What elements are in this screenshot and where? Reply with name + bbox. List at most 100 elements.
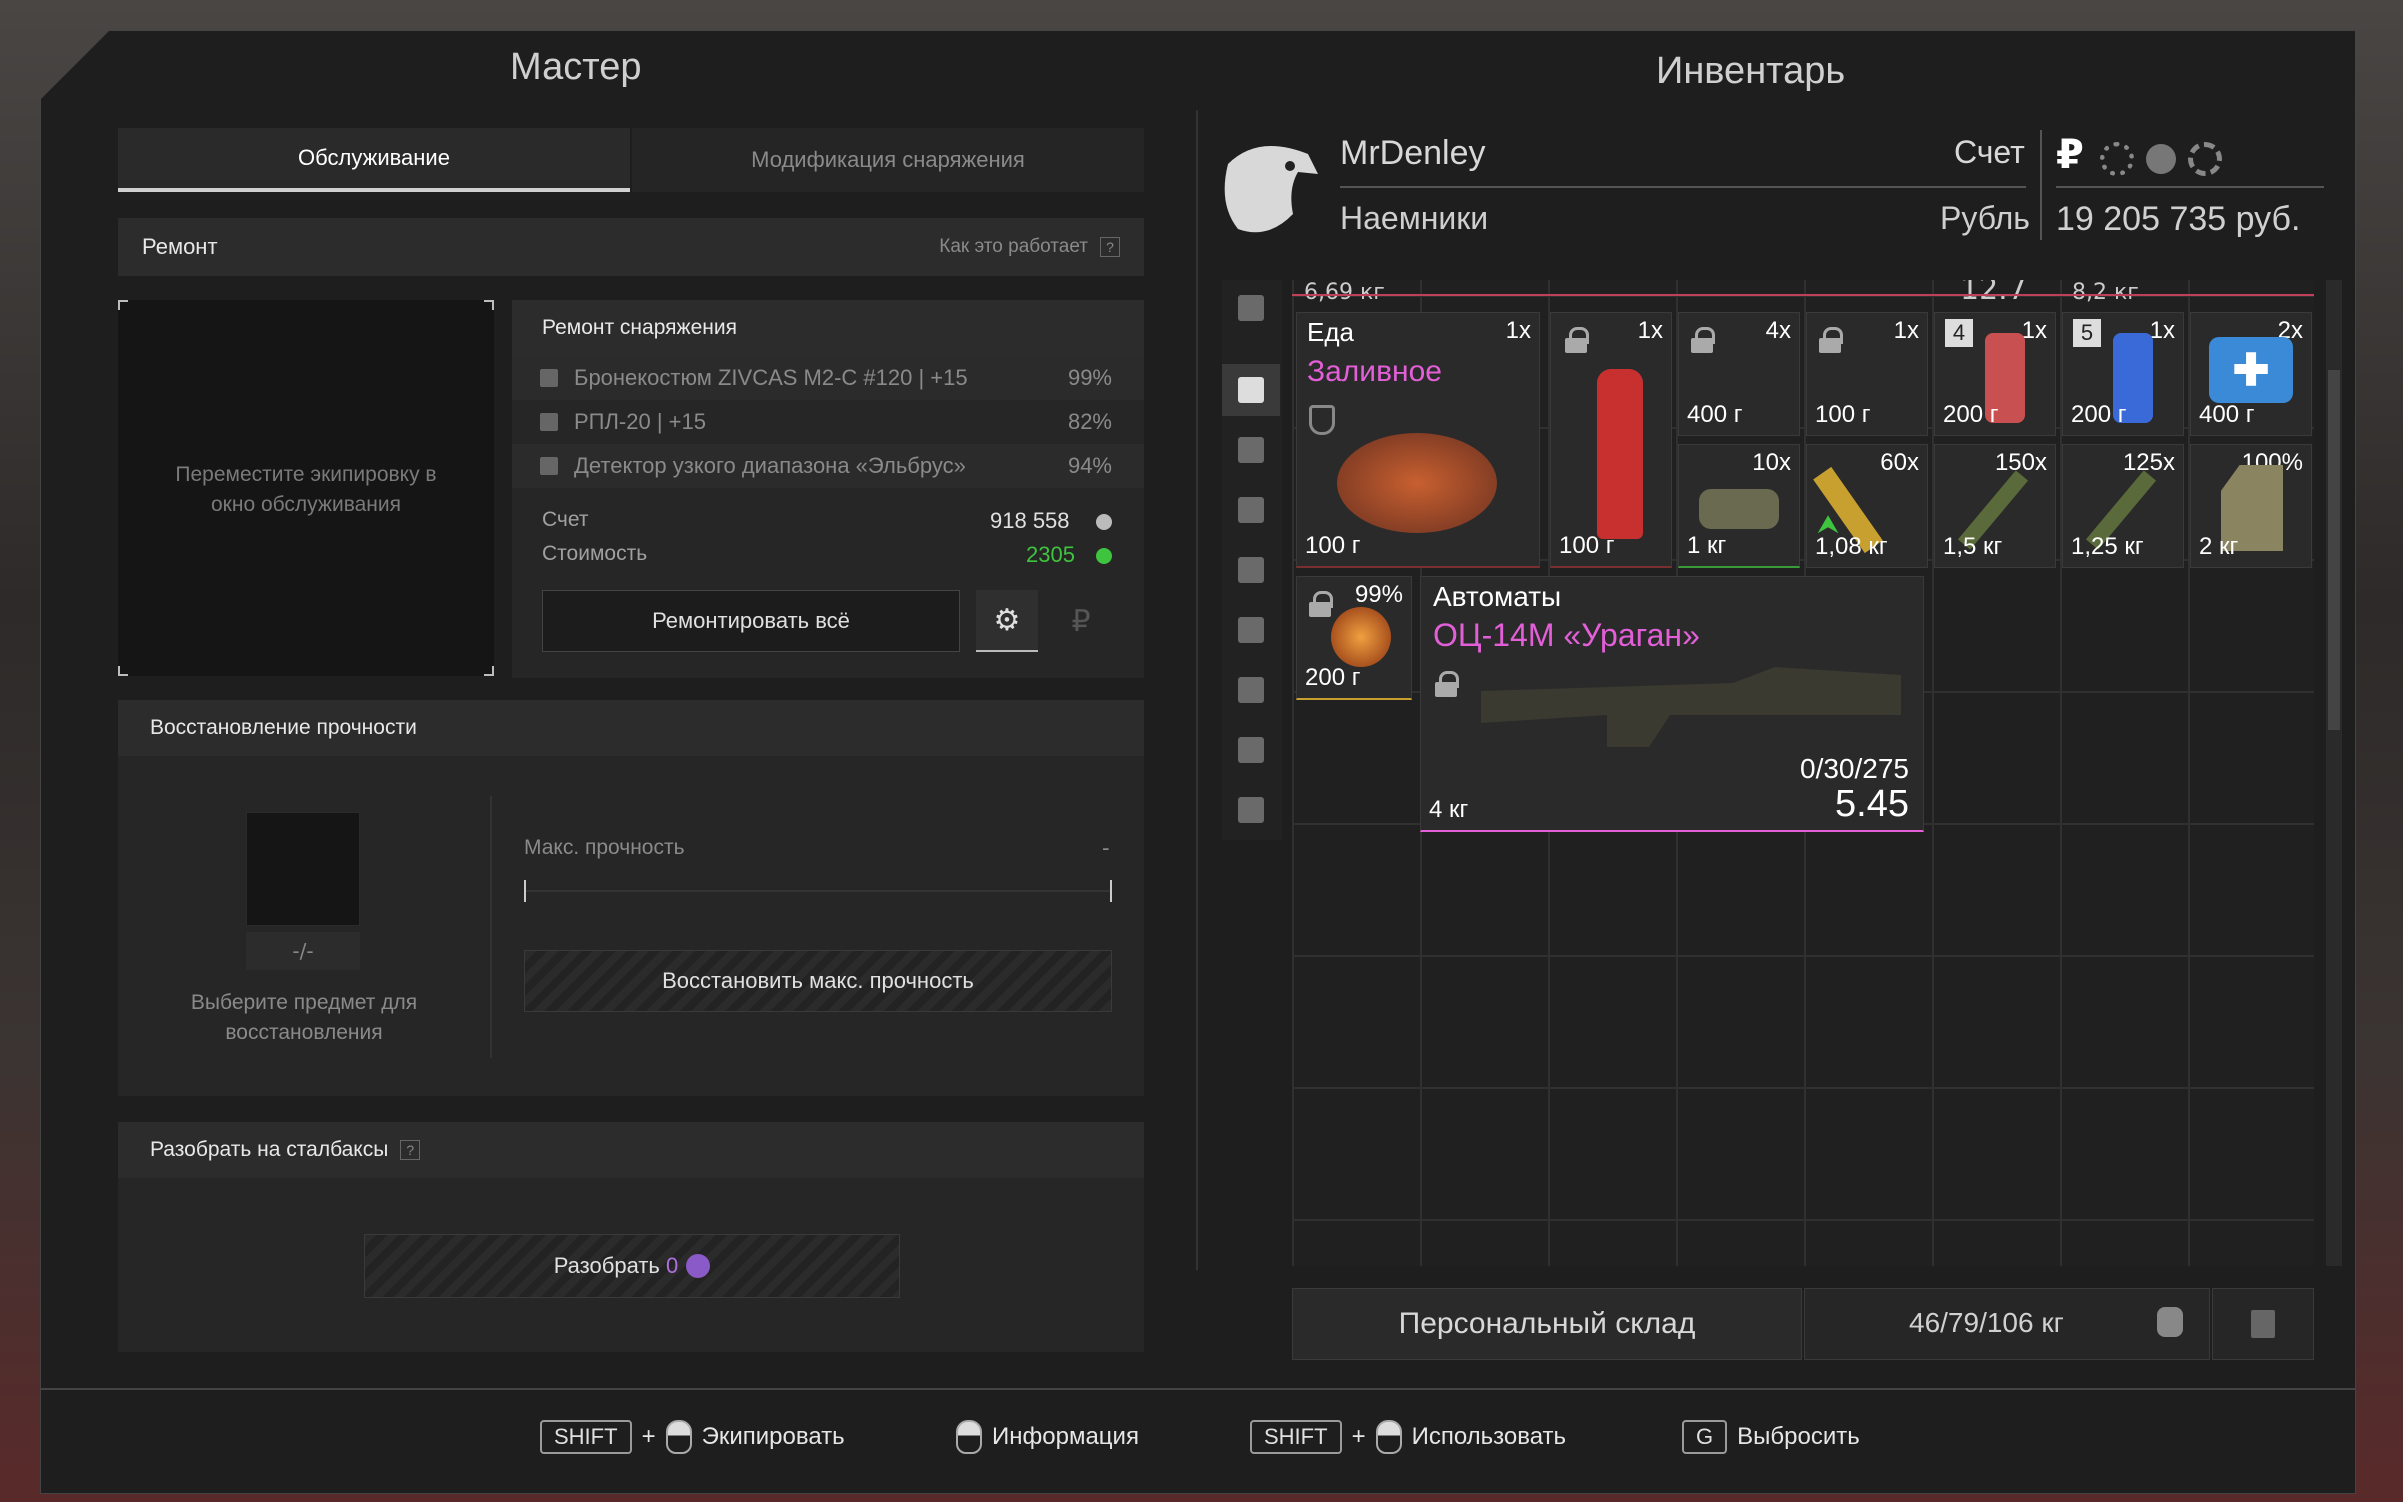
disassemble-button[interactable]: Разобрать 0	[364, 1234, 900, 1298]
item-weight: 200 г	[2071, 401, 2127, 428]
rifle-icon	[1481, 667, 1901, 747]
inventory-item[interactable]: 100% 2 кг	[2190, 444, 2312, 568]
scrollbar-thumb[interactable]	[2328, 370, 2340, 730]
item-weight: 400 г	[2199, 401, 2255, 428]
item-name: Заливное	[1307, 355, 1442, 388]
shield-icon	[1309, 405, 1335, 435]
ruble-icon: ₽	[1071, 604, 1091, 638]
filter-misc-icon[interactable]	[1222, 724, 1280, 776]
star-currency-icon[interactable]	[2188, 142, 2222, 176]
mouse-left-icon	[1375, 1420, 1402, 1454]
durability-bar	[524, 880, 1112, 902]
inventory-item[interactable]: 60x ⮝ 1,08 кг	[1806, 444, 1928, 568]
inventory-item-artifact[interactable]: 99% 200 г	[1296, 576, 1412, 700]
rifle-caliber: 5.45	[1835, 783, 1909, 825]
hint-drop: G Выбросить	[1682, 1420, 1860, 1454]
filter-armor-icon[interactable]	[1222, 424, 1280, 476]
ration-icon	[1699, 489, 1779, 529]
filter-container-icon[interactable]	[1222, 784, 1280, 836]
lock-icon	[1691, 327, 1715, 353]
tab-service[interactable]: Обслуживание	[118, 128, 630, 192]
currency-label: Рубль	[1940, 200, 2030, 236]
divider	[1196, 110, 1198, 1270]
repair-all-button[interactable]: Ремонтировать всё	[542, 590, 960, 652]
trash-button[interactable]	[2212, 1288, 2314, 1360]
ruble-pay-button[interactable]: ₽	[1050, 590, 1112, 652]
repair-item[interactable]: РПЛ-20 | +15 82%	[512, 400, 1144, 444]
filter-artifact-icon[interactable]	[1222, 544, 1280, 596]
top-item-weight: 6,69 кг	[1304, 280, 1385, 305]
hint-label: Выбросить	[1737, 1423, 1860, 1450]
item-weight: 200 г	[1943, 401, 1999, 428]
item-qty: 1x	[2149, 317, 2175, 344]
item-qty: 1x	[1505, 317, 1531, 344]
restore-max-button[interactable]: Восстановить макс. прочность	[524, 950, 1112, 1012]
inventory-item-food[interactable]: Еда Заливное 1x 100 г	[1296, 312, 1540, 568]
inventory-item-vodka[interactable]: 1x 100 г	[1550, 312, 1672, 568]
disassemble-label: Разобрать	[553, 1253, 660, 1278]
hint-label: Использовать	[1411, 1423, 1567, 1450]
how-it-works-label: Как это работает	[939, 236, 1088, 257]
inventory-item[interactable]: 4 1x 200 г	[1934, 312, 2056, 436]
item-weight: 1,25 кг	[2071, 533, 2144, 560]
item-weight: 100 г	[1559, 532, 1615, 559]
lock-icon	[1565, 327, 1589, 353]
repair-item-pct: 82%	[1067, 409, 1112, 434]
disassemble-title: Разобрать на сталбаксы	[150, 1138, 389, 1161]
stalbucks-icon	[686, 1254, 711, 1278]
inventory-item-rifle[interactable]: Автоматы ОЦ-14М «Ураган» 0/30/275 5.45 4…	[1420, 576, 1924, 832]
link-currency-icon[interactable]	[2146, 144, 2176, 174]
ruble-currency-icon[interactable]: ₽	[2056, 132, 2084, 178]
filter-weapon-icon[interactable]	[1222, 484, 1280, 536]
item-weight: 1,08 кг	[1815, 533, 1888, 560]
inventory-title: Инвентарь	[1656, 50, 1846, 92]
equipment-drop-slot[interactable]: Переместите экипировку в окно обслуживан…	[118, 300, 494, 676]
item-qty: 4x	[1765, 317, 1791, 344]
drop-hint: Переместите экипировку в окно обслуживан…	[175, 463, 437, 516]
filter-sort-icon[interactable]	[1222, 282, 1280, 334]
inventory-item[interactable]: 4x 400 г	[1678, 312, 1800, 436]
item-qty: 60x	[1880, 449, 1919, 476]
player-name: MrDenley	[1340, 134, 1486, 172]
help-icon: ?	[1100, 237, 1120, 257]
filter-all-icon[interactable]	[1222, 364, 1280, 416]
header-line-2	[2056, 186, 2324, 188]
repair-item[interactable]: Детектор узкого диапазона «Эльбрус» 94%	[512, 444, 1144, 488]
personal-stash-button[interactable]: Персональный склад	[1292, 1288, 1802, 1360]
item-category: Еда	[1307, 317, 1354, 347]
header-vline	[2040, 130, 2042, 240]
top-item-weight-2: 8,2 кг	[2072, 280, 2139, 305]
inventory-item[interactable]: 125x 1,25 кг	[2062, 444, 2184, 568]
cost-label: Стоимость	[542, 542, 648, 565]
item-category: Автоматы	[1433, 581, 1562, 612]
item-qty: 150x	[1994, 449, 2047, 476]
filter-ammo-icon[interactable]	[1222, 664, 1280, 716]
restore-slot[interactable]	[246, 812, 360, 926]
gear-pay-button[interactable]: ⚙	[976, 590, 1038, 652]
inventory-scrollbar[interactable]	[2326, 280, 2342, 1266]
cost-value: 2305	[1026, 542, 1075, 567]
inventory-item[interactable]: 5 1x 200 г	[2062, 312, 2184, 436]
shift-key: SHIFT	[540, 1420, 632, 1454]
inventory-weight: 46/79/106 кг	[1909, 1307, 2064, 1338]
repair-item[interactable]: Бронекостюм ZIVCAS M2-C #120 | +15 99%	[512, 356, 1144, 400]
tab-modification[interactable]: Модификация снаряжения	[632, 128, 1144, 192]
inventory-item[interactable]: 10x 1 кг	[1678, 444, 1800, 568]
trash-icon	[2251, 1310, 2275, 1338]
filter-medicine-icon[interactable]	[1222, 604, 1280, 656]
weapon-icon	[540, 413, 558, 431]
item-qty: 1x	[1893, 317, 1919, 344]
gear-currency-icon[interactable]	[2100, 142, 2134, 176]
inventory-item[interactable]: 150x 1,5 кг	[1934, 444, 2056, 568]
inventory-item-medkit[interactable]: 2x ✚ 400 г	[2190, 312, 2312, 436]
inventory-item[interactable]: 1x 100 г	[1806, 312, 1928, 436]
repair-title: Ремонт	[142, 234, 218, 259]
item-weight: 2 кг	[2199, 533, 2239, 560]
how-it-works-link[interactable]: Как это работает?	[939, 236, 1120, 258]
artifact-icon	[1331, 607, 1391, 667]
detector-icon	[540, 457, 558, 475]
food-dish-icon	[1337, 433, 1497, 533]
mouse-left-icon	[665, 1420, 692, 1454]
account-label: Счет	[1954, 134, 2025, 170]
item-qty: 1x	[1637, 317, 1663, 344]
